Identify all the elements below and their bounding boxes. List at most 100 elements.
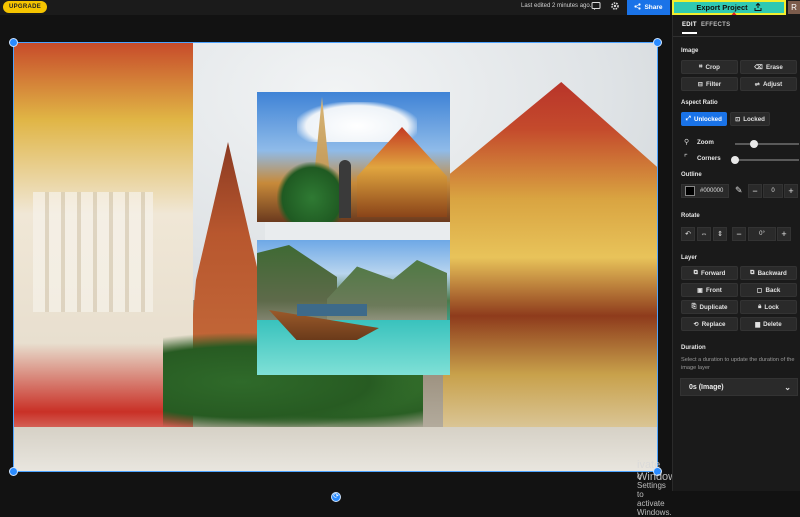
tab-effects[interactable]: EFFECTS xyxy=(701,22,730,28)
sliders-icon: ⇌ xyxy=(754,80,760,88)
outline-color-value: #000000 xyxy=(700,188,724,194)
lock-label: Lock xyxy=(764,303,779,311)
backward-label: Backward xyxy=(757,269,787,277)
resize-handle-top-left[interactable] xyxy=(9,38,18,47)
forward-label: Forward xyxy=(701,269,726,277)
activate-windows-text: o Settings to activate Windows. xyxy=(637,472,672,517)
rotate-left-icon[interactable]: ↶ xyxy=(681,227,695,241)
lock-button[interactable]: 🔒︎ Lock xyxy=(740,300,797,314)
duration-select[interactable]: 0s (Image) ⌄ xyxy=(680,378,798,396)
statue xyxy=(339,160,351,218)
adjust-label: Adjust xyxy=(762,80,783,88)
last-edited-status: Last edited 2 minutes ago. xyxy=(521,3,592,9)
export-label: Export Project xyxy=(696,3,748,12)
front-label: Front xyxy=(706,286,722,294)
top-bar: UPGRADE Last edited 2 minutes ago. Share… xyxy=(0,0,800,15)
outline-width-input[interactable]: 0 xyxy=(763,184,783,198)
unlocked-label: Unlocked xyxy=(694,115,722,123)
corners-slider-knob[interactable] xyxy=(731,156,739,164)
tab-edit[interactable]: EDIT xyxy=(682,22,697,34)
rotate-input[interactable]: 0° xyxy=(748,227,776,241)
backward-button[interactable]: ⧉ Backward xyxy=(740,266,797,280)
flip-horizontal-icon[interactable]: ⇔ xyxy=(697,227,711,241)
resize-handle-top-right[interactable] xyxy=(653,38,662,47)
rotate-heading: Rotate xyxy=(681,213,700,219)
forward-button[interactable]: ⧉ Forward xyxy=(681,266,738,280)
corner-radius-icon: ⌜ xyxy=(684,153,688,162)
outline-increase-button[interactable]: + xyxy=(784,184,798,198)
comment-icon[interactable] xyxy=(590,1,602,13)
panel-tabs: EDIT EFFECTS xyxy=(673,15,800,37)
layer-heading: Layer xyxy=(681,255,698,261)
flip-vertical-icon[interactable]: ⇕ xyxy=(713,227,727,241)
back-button[interactable]: ▢ Back xyxy=(740,283,797,297)
zoom-label: Zoom xyxy=(697,139,714,146)
corners-slider[interactable] xyxy=(731,156,799,164)
delete-label: Delete xyxy=(763,320,782,328)
duration-value: 0s (Image) xyxy=(689,383,724,391)
front-button[interactable]: ▣ Front xyxy=(681,283,738,297)
upgrade-button[interactable]: UPGRADE xyxy=(3,1,48,13)
rotate-handle[interactable]: ⟳ xyxy=(331,492,341,502)
locked-label: Locked xyxy=(743,115,765,123)
eraser-icon: ⌫ xyxy=(754,63,763,71)
photo-beach-boat[interactable] xyxy=(257,240,450,375)
image-heading: Image xyxy=(681,48,699,54)
boat-cover xyxy=(297,304,367,316)
corners-label: Corners xyxy=(697,155,721,162)
photo-gap xyxy=(265,222,450,240)
trash-icon: ▆ xyxy=(755,320,761,328)
unlock-icon: ⤢ xyxy=(686,115,692,122)
photo-temple-spire[interactable] xyxy=(257,92,450,222)
filter-icon: ⊟ xyxy=(697,80,704,88)
gear-icon[interactable] xyxy=(609,1,621,13)
back-label: Back xyxy=(765,286,781,294)
duration-heading: Duration xyxy=(681,345,706,351)
lock-icon: 🔒︎ xyxy=(758,303,762,310)
front-icon: ▣ xyxy=(697,286,704,294)
rotate-decrease-button[interactable]: − xyxy=(732,227,746,241)
chevron-down-icon: ⌄ xyxy=(784,383,791,392)
share-label: Share xyxy=(644,4,663,11)
lock-ratio-icon: ⊡ xyxy=(735,115,741,123)
back-icon: ▢ xyxy=(756,286,763,294)
crop-label: Crop xyxy=(705,63,720,71)
duplicate-icon: ⎘ xyxy=(691,303,697,310)
palm xyxy=(277,162,347,222)
adjust-button[interactable]: ⇌ Adjust xyxy=(740,77,797,91)
erase-button[interactable]: ⌫ Erase xyxy=(740,60,797,74)
rotate-value: 0° xyxy=(759,231,765,237)
eyedropper-icon[interactable]: ✎ xyxy=(735,185,743,196)
outline-width-value: 0 xyxy=(771,188,775,194)
zoom-slider[interactable] xyxy=(735,140,799,148)
ground xyxy=(13,427,658,472)
replace-icon: ⟲ xyxy=(693,320,699,328)
rotate-increase-button[interactable]: + xyxy=(777,227,791,241)
share-button[interactable]: Share xyxy=(627,0,670,15)
filter-button[interactable]: ⊟ Filter xyxy=(681,77,738,91)
replace-label: Replace xyxy=(701,320,726,328)
crop-icon: ⌗ xyxy=(699,63,703,70)
duplicate-button[interactable]: ⎘ Duplicate xyxy=(681,300,738,314)
avatar[interactable]: R xyxy=(788,1,800,14)
canvas-area[interactable]: ⟳ ivate Windows o Settings to activate W… xyxy=(0,15,682,517)
aspect-ratio-heading: Aspect Ratio xyxy=(681,100,718,106)
duplicate-label: Duplicate xyxy=(699,303,728,311)
resize-handle-bottom-left[interactable] xyxy=(9,467,18,476)
filter-label: Filter xyxy=(706,80,722,88)
outline-heading: Outline xyxy=(681,172,702,178)
duration-description: Select a duration to update the duration… xyxy=(681,357,795,371)
replace-button[interactable]: ⟲ Replace xyxy=(681,317,738,331)
locked-button[interactable]: ⊡ Locked xyxy=(730,112,770,126)
search-icon: ⚲ xyxy=(684,139,690,146)
crop-button[interactable]: ⌗ Crop xyxy=(681,60,738,74)
delete-button[interactable]: ▆ Delete xyxy=(740,317,797,331)
forward-icon: ⧉ xyxy=(693,269,698,276)
outline-color-swatch[interactable] xyxy=(685,186,695,196)
erase-label: Erase xyxy=(765,63,783,71)
upload-icon xyxy=(754,2,762,13)
unlocked-button[interactable]: ⤢ Unlocked xyxy=(681,112,727,126)
outline-decrease-button[interactable]: − xyxy=(748,184,762,198)
zoom-slider-knob[interactable] xyxy=(750,140,759,148)
share-icon xyxy=(634,3,642,12)
